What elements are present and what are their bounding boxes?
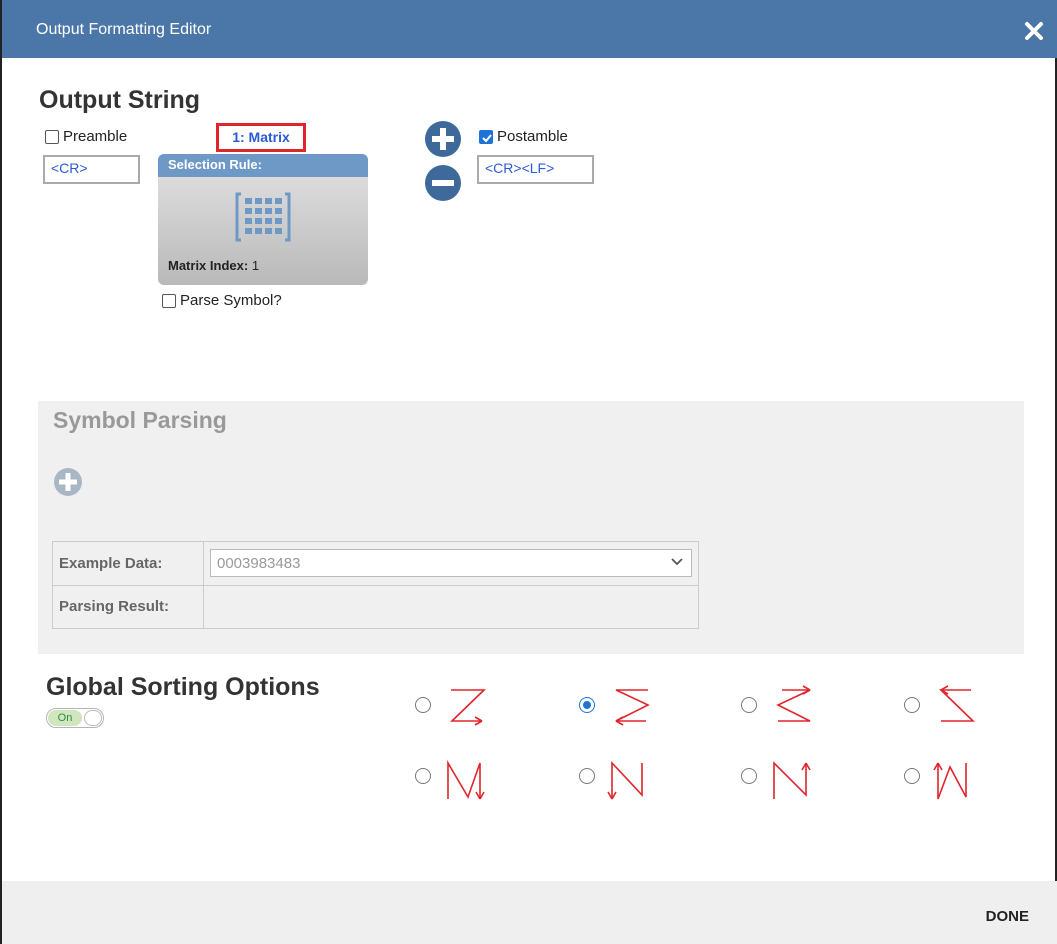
- parse-symbol-label: Parse Symbol?: [180, 292, 282, 309]
- example-data-select[interactable]: 0003983483: [210, 549, 692, 578]
- n-pattern-column-icon: [607, 760, 643, 800]
- sort-option-radio-3[interactable]: [741, 697, 757, 713]
- selection-rule-label: Selection Rule:: [158, 154, 368, 177]
- matrix-code-icon: [235, 192, 291, 242]
- toggle-knob[interactable]: [84, 710, 102, 726]
- symbol-tag[interactable]: 1: Matrix: [216, 123, 306, 152]
- example-data-label: Example Data:: [52, 541, 204, 586]
- close-icon[interactable]: [1023, 20, 1045, 42]
- parsing-result-label: Parsing Result:: [52, 584, 204, 629]
- sort-option-radio-6[interactable]: [579, 768, 595, 784]
- sort-option-radio-7[interactable]: [741, 768, 757, 784]
- matrix-index: Matrix Index: 1: [168, 258, 259, 273]
- dialog-title: Output Formatting Editor: [36, 21, 212, 38]
- preamble-field[interactable]: <CR>: [43, 155, 140, 184]
- selection-rule-card[interactable]: Selection Rule: Matrix Index: 1: [158, 154, 368, 285]
- example-data-cell: 0003983483: [203, 541, 699, 586]
- matrix-index-value: 1: [251, 258, 260, 273]
- global-sorting-heading: Global Sorting Options: [46, 673, 320, 701]
- dialog-footer: DONE: [2, 881, 1057, 944]
- parsing-result-value: [203, 584, 699, 629]
- preamble-check-box[interactable]: [45, 129, 59, 144]
- matrix-index-label: Matrix Index:: [168, 258, 249, 273]
- n-pattern-down-icon: [447, 760, 485, 800]
- sort-option-radio-1[interactable]: [415, 697, 431, 713]
- toggle-on-label: On: [48, 710, 82, 726]
- n-pattern-up-icon: [773, 761, 811, 799]
- sort-option-radio-8[interactable]: [904, 768, 920, 784]
- postamble-checkbox[interactable]: Postamble: [479, 128, 568, 145]
- symbol-parsing-heading: Symbol Parsing: [53, 407, 227, 433]
- table-row: Example Data: 0003983483: [52, 541, 699, 586]
- symbol-parsing-panel: Symbol Parsing Example Data: 0003983483 …: [38, 401, 1024, 654]
- parse-symbol-checkbox[interactable]: Parse Symbol?: [162, 292, 282, 309]
- checkmark-icon: [482, 133, 492, 142]
- remove-symbol-icon[interactable]: [424, 164, 462, 202]
- n-pattern-up-left-icon: [933, 762, 967, 800]
- postamble-label: Postamble: [497, 128, 568, 145]
- title-bar: Output Formatting Editor: [2, 0, 1057, 58]
- postamble-field[interactable]: <CR><LF>: [477, 155, 594, 184]
- example-data-value: 0003983483: [217, 555, 301, 573]
- done-button[interactable]: DONE: [986, 908, 1029, 925]
- preamble-label: Preamble: [63, 128, 128, 145]
- sort-option-radio-2[interactable]: [579, 697, 595, 713]
- parsing-table: Example Data: 0003983483 Parsing Result:: [52, 541, 699, 629]
- preamble-checkbox[interactable]: Preamble: [45, 128, 127, 145]
- sort-option-radio-5[interactable]: [415, 768, 431, 784]
- postamble-check-box[interactable]: [479, 129, 493, 144]
- chevron-down-icon: [671, 558, 683, 566]
- z-pattern-reverse-icon: [939, 685, 975, 722]
- output-formatting-dialog: Output Formatting Editor Output String P…: [0, 0, 1057, 944]
- s-pattern-reverse-icon: [776, 685, 811, 722]
- sort-option-radio-4[interactable]: [904, 697, 920, 713]
- add-parsing-rule-icon[interactable]: [53, 467, 83, 497]
- add-symbol-icon[interactable]: [424, 120, 462, 158]
- z-pattern-icon: [450, 689, 486, 726]
- table-row: Parsing Result:: [52, 584, 699, 629]
- parse-symbol-check-box[interactable]: [162, 293, 176, 308]
- global-sorting-toggle[interactable]: On: [46, 708, 104, 728]
- output-string-heading: Output String: [39, 86, 201, 114]
- s-pattern-icon: [615, 689, 650, 726]
